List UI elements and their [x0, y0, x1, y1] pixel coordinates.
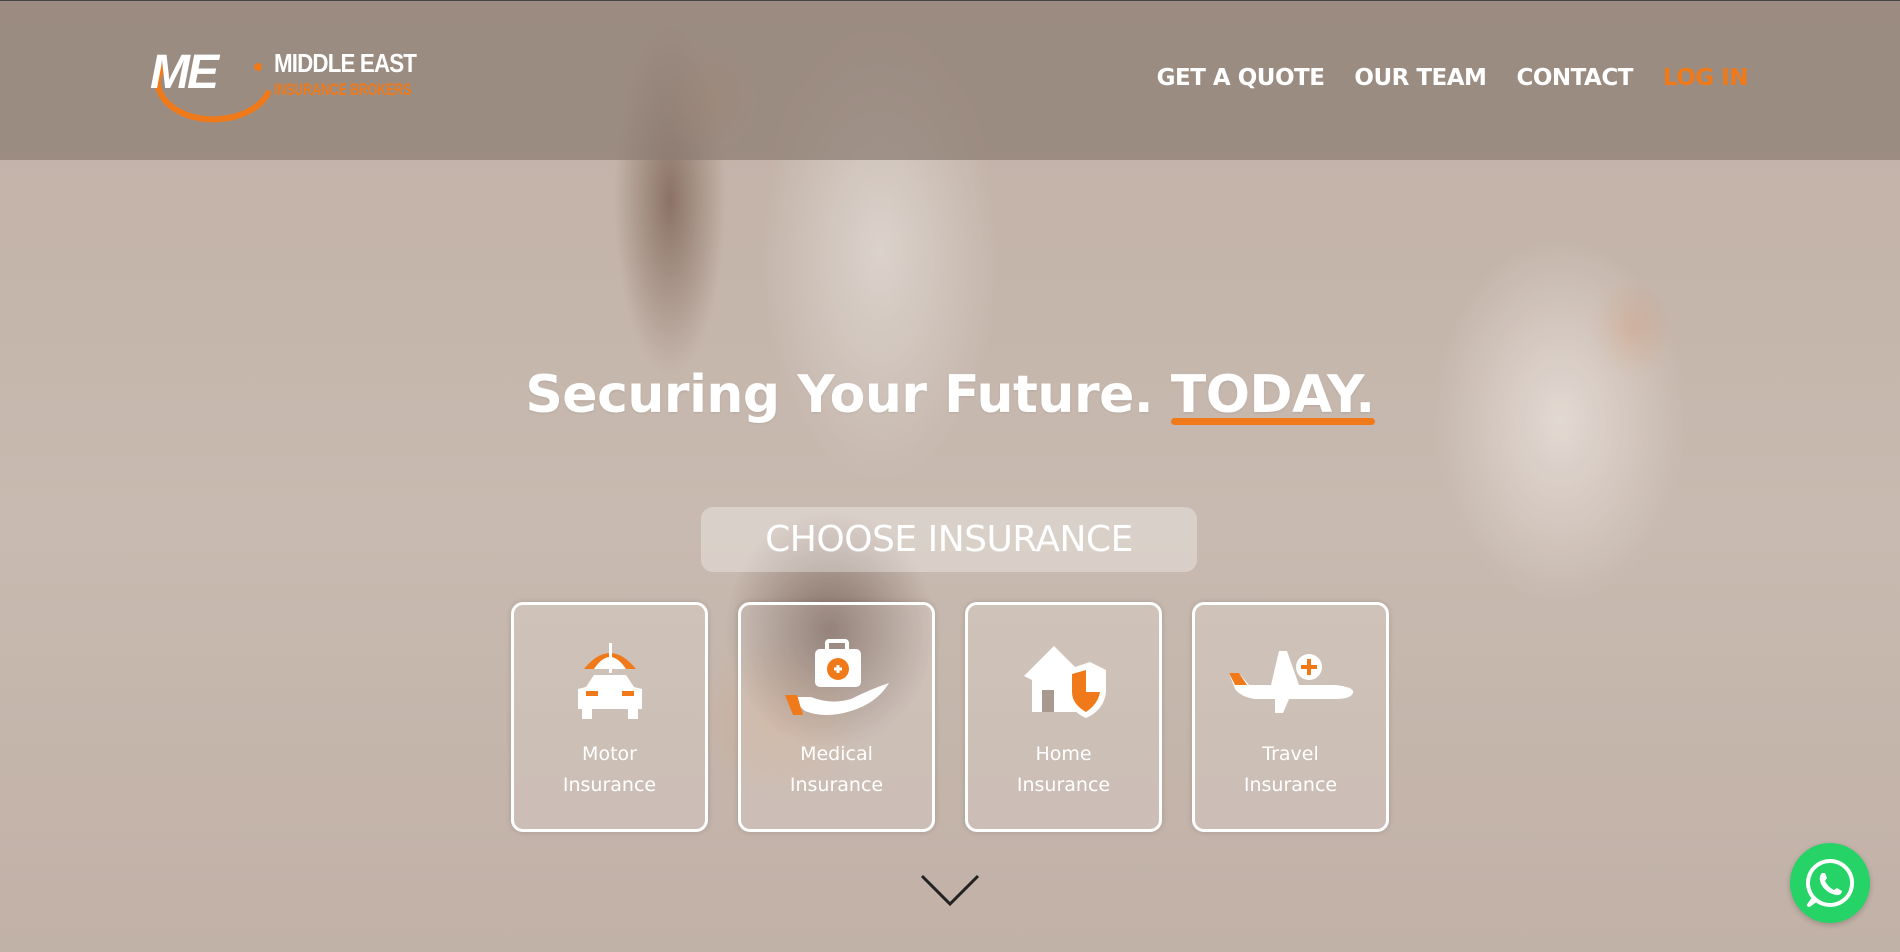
card-label-line1: Home — [1035, 743, 1092, 765]
card-home-insurance[interactable]: Home Insurance — [965, 602, 1162, 832]
nav-our-team[interactable]: OUR TEAM — [1354, 65, 1487, 91]
card-label: Medical Insurance — [762, 739, 912, 801]
card-label-line1: Motor — [582, 743, 637, 765]
choose-insurance-title: CHOOSE INSURANCE — [701, 507, 1197, 572]
logo-name-line2: INSURANCE BROKERS — [274, 80, 412, 99]
card-motor-insurance[interactable]: Motor Insurance — [511, 602, 708, 832]
hero-headline-main: Securing Your Future. — [525, 365, 1171, 425]
nav-log-in[interactable]: LOG IN — [1663, 65, 1749, 91]
card-label-line2: Insurance — [789, 774, 884, 796]
car-umbrella-icon — [564, 635, 656, 725]
brand-logo[interactable]: ME MIDDLE EAST INSURANCE BROKERS — [150, 45, 450, 125]
nav-get-a-quote[interactable]: GET A QUOTE — [1157, 65, 1325, 91]
card-label: Travel Insurance — [1216, 739, 1366, 801]
card-label-line1: Medical — [800, 743, 873, 765]
card-label-line2: Insurance — [1016, 774, 1111, 796]
insurance-cards: Motor Insurance Medical Insurance Home I… — [511, 602, 1389, 832]
top-nav-bar: ME MIDDLE EAST INSURANCE BROKERS GET A Q… — [0, 0, 1900, 160]
main-nav: GET A QUOTE OUR TEAM CONTACT LOG IN — [1157, 65, 1749, 91]
logo-mark: ME — [150, 46, 219, 99]
card-label: Motor Insurance — [535, 739, 685, 801]
card-label-line2: Insurance — [562, 774, 657, 796]
card-medical-insurance[interactable]: Medical Insurance — [738, 602, 935, 832]
card-label: Home Insurance — [989, 739, 1139, 801]
whatsapp-button[interactable] — [1790, 843, 1870, 923]
airplane-plus-icon — [1225, 635, 1357, 725]
card-label-line2: Insurance — [1243, 774, 1338, 796]
whatsapp-icon — [1805, 858, 1855, 907]
nav-contact[interactable]: CONTACT — [1516, 65, 1633, 91]
medical-kit-hand-icon — [781, 635, 893, 725]
card-label-line1: Travel — [1262, 743, 1319, 765]
logo-name-line1: MIDDLE EAST — [274, 48, 417, 78]
house-shield-icon — [1020, 635, 1108, 725]
card-travel-insurance[interactable]: Travel Insurance — [1192, 602, 1389, 832]
hero-headline-emphasis: TODAY. — [1170, 365, 1375, 425]
hero-headline: Securing Your Future. TODAY. — [0, 365, 1900, 425]
chevron-down-icon[interactable] — [920, 874, 980, 913]
